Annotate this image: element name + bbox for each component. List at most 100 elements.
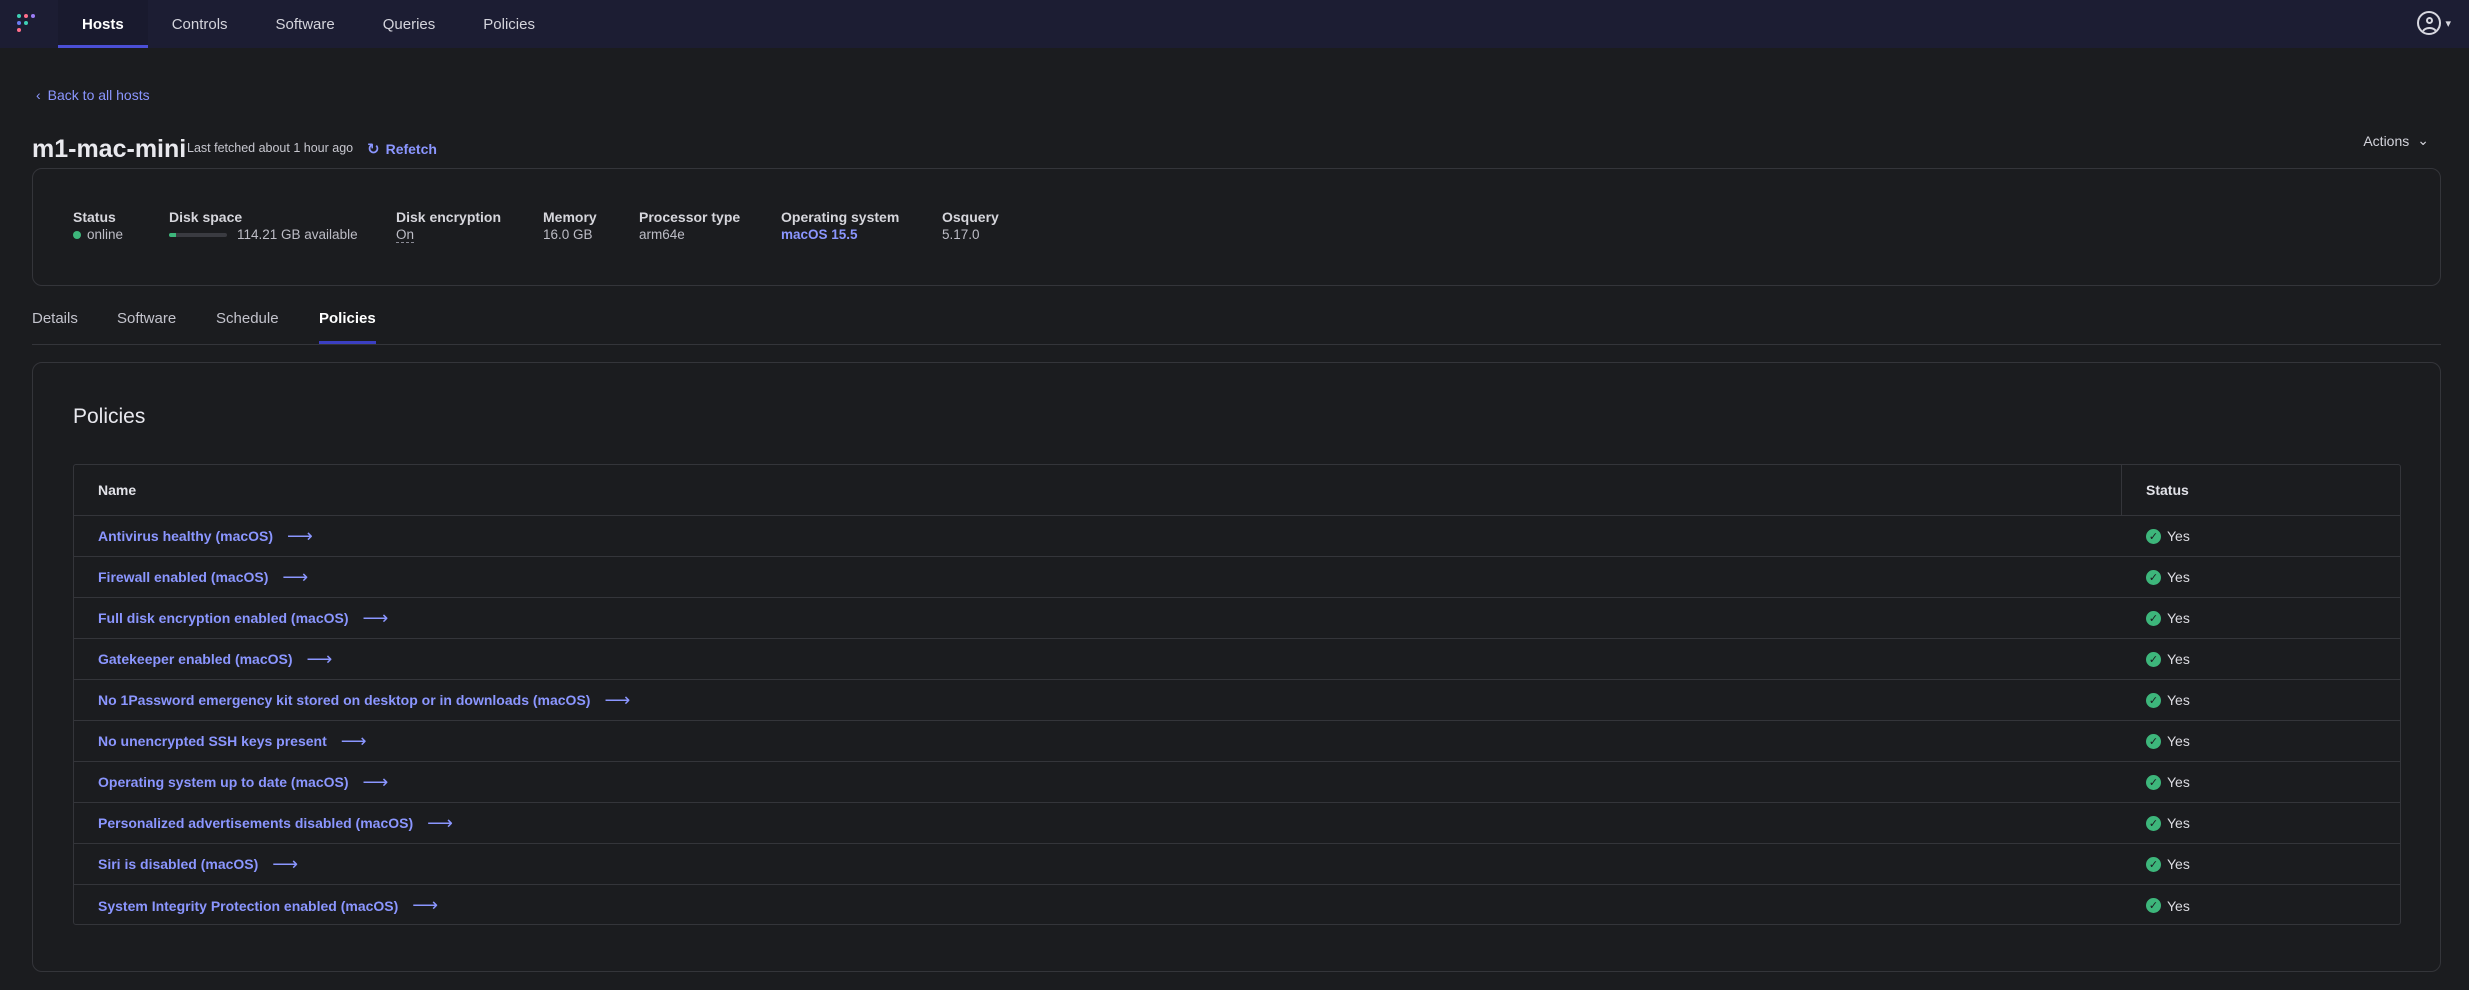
- disk-encryption-stat: Disk encryption On: [396, 209, 501, 243]
- policy-link[interactable]: Firewall enabled (macOS) ⟶: [98, 567, 308, 588]
- user-menu-button[interactable]: ▾: [2417, 11, 2451, 35]
- policy-status-cell: ✓ Yes: [2122, 721, 2400, 761]
- policy-name-cell: System Integrity Protection enabled (mac…: [74, 885, 2122, 926]
- osquery-label: Osquery: [942, 209, 999, 225]
- memory-stat: Memory 16.0 GB: [543, 209, 597, 242]
- tab-software[interactable]: Software: [117, 310, 176, 341]
- policy-status: Yes: [2167, 610, 2190, 626]
- policy-name-cell: No 1Password emergency kit stored on des…: [74, 680, 2122, 720]
- refetch-label: Refetch: [385, 141, 437, 157]
- policy-name: No unencrypted SSH keys present: [98, 733, 327, 749]
- policy-link[interactable]: Antivirus healthy (macOS) ⟶: [98, 526, 313, 547]
- chevron-left-icon: ‹: [36, 87, 41, 103]
- arrow-right-icon: ⟶: [362, 771, 389, 792]
- policy-status: Yes: [2167, 528, 2190, 544]
- table-row: Personalized advertisements disabled (ma…: [74, 803, 2400, 844]
- disk-space-stat: Disk space 114.21 GB available: [169, 209, 358, 242]
- osquery-stat: Osquery 5.17.0: [942, 209, 999, 242]
- memory-value: 16.0 GB: [543, 227, 593, 242]
- table-body: Antivirus healthy (macOS) ⟶ ✓ Yes Firewall e…: [74, 516, 2400, 926]
- os-stat: Operating system macOS 15.5: [781, 209, 899, 242]
- policies-card: Policies Name Status Antivirus healthy (…: [32, 362, 2441, 972]
- disk-encryption-label: Disk encryption: [396, 209, 502, 225]
- check-circle-icon: ✓: [2146, 610, 2161, 626]
- status-value: online: [87, 227, 124, 242]
- policy-link[interactable]: Personalized advertisements disabled (ma…: [98, 813, 453, 834]
- policy-name: Antivirus healthy (macOS): [98, 528, 274, 544]
- policy-name-cell: Gatekeeper enabled (macOS) ⟶: [74, 639, 2122, 679]
- policy-name-cell: Operating system up to date (macOS) ⟶: [74, 762, 2122, 802]
- policy-status: Yes: [2167, 856, 2190, 872]
- policy-name: Firewall enabled (macOS): [98, 569, 269, 585]
- table-row: Full disk encryption enabled (macOS) ⟶ ✓ Ye…: [74, 598, 2400, 639]
- policy-status-cell: ✓ Yes: [2122, 598, 2400, 638]
- policy-status-cell: ✓ Yes: [2122, 803, 2400, 843]
- table-row: System Integrity Protection enabled (mac…: [74, 885, 2400, 926]
- policy-link[interactable]: No 1Password emergency kit stored on des…: [98, 690, 630, 711]
- check-circle-icon: ✓: [2146, 569, 2161, 585]
- actions-label: Actions: [2363, 132, 2410, 149]
- nav-tab-controls[interactable]: Controls: [148, 0, 252, 48]
- processor-label: Processor type: [639, 209, 741, 225]
- status-stat: Status online: [73, 209, 123, 242]
- policy-name: Personalized advertisements disabled (ma…: [98, 815, 414, 831]
- chevron-down-icon: ▾: [2445, 17, 2451, 30]
- policy-name-cell: Siri is disabled (macOS) ⟶: [74, 844, 2122, 884]
- table-header: Name Status: [74, 465, 2400, 516]
- nav-tab-queries[interactable]: Queries: [359, 0, 460, 48]
- policy-link[interactable]: Gatekeeper enabled (macOS) ⟶: [98, 649, 332, 670]
- arrow-right-icon: ⟶: [412, 895, 439, 915]
- policy-status: Yes: [2167, 651, 2190, 667]
- policy-status-cell: ✓ Yes: [2122, 762, 2400, 802]
- host-subtabs: Details Software Schedule Policies: [32, 300, 2441, 345]
- column-header-name: Name: [74, 465, 2122, 515]
- host-name-title: m1-mac-mini: [32, 135, 187, 163]
- check-circle-icon: ✓: [2146, 898, 2161, 913]
- refetch-button[interactable]: ↻ Refetch: [367, 140, 437, 158]
- fleet-logo-icon[interactable]: [14, 0, 44, 48]
- table-row: Gatekeeper enabled (macOS) ⟶ ✓ Yes: [74, 639, 2400, 680]
- column-header-status: Status: [2146, 482, 2189, 498]
- policy-link[interactable]: No unencrypted SSH keys present ⟶: [98, 731, 367, 752]
- tab-details[interactable]: Details: [32, 310, 78, 341]
- nav-tab-policies[interactable]: Policies: [459, 0, 559, 48]
- disk-space-value: 114.21 GB available: [237, 227, 358, 242]
- policy-status-cell: ✓ Yes: [2122, 516, 2400, 556]
- policy-name-cell: Full disk encryption enabled (macOS) ⟶: [74, 598, 2122, 638]
- back-to-hosts-link[interactable]: ‹ Back to all hosts: [36, 87, 150, 103]
- os-version-link[interactable]: macOS 15.5: [781, 227, 858, 242]
- check-circle-icon: ✓: [2146, 528, 2161, 544]
- policy-status-cell: ✓ Yes: [2122, 639, 2400, 679]
- host-summary-card: Status online Disk space 114.21 GB avail…: [32, 168, 2441, 286]
- nav-tab-hosts[interactable]: Hosts: [58, 0, 148, 48]
- chevron-down-icon: ⌄: [2417, 132, 2429, 148]
- arrow-right-icon: ⟶: [306, 648, 333, 669]
- osquery-value: 5.17.0: [942, 227, 980, 242]
- os-label: Operating system: [781, 209, 900, 225]
- table-row: Operating system up to date (macOS) ⟶ ✓ Yes: [74, 762, 2400, 803]
- policy-link[interactable]: Full disk encryption enabled (macOS) ⟶: [98, 608, 388, 629]
- policy-name: System Integrity Protection enabled (mac…: [98, 897, 399, 914]
- disk-encryption-value[interactable]: On: [396, 227, 415, 243]
- policy-link[interactable]: Siri is disabled (macOS) ⟶: [98, 854, 298, 875]
- check-circle-icon: ✓: [2146, 774, 2161, 790]
- policy-link[interactable]: Operating system up to date (macOS) ⟶: [98, 772, 388, 793]
- check-circle-icon: ✓: [2146, 692, 2161, 708]
- policy-status: Yes: [2167, 733, 2190, 749]
- actions-dropdown[interactable]: Actions ⌄: [2363, 132, 2429, 149]
- check-circle-icon: ✓: [2146, 651, 2161, 667]
- nav-tab-software[interactable]: Software: [252, 0, 359, 48]
- policy-status-cell: ✓ Yes: [2122, 885, 2400, 926]
- processor-value: arm64e: [639, 227, 685, 242]
- last-fetched-text: Last fetched about 1 hour ago: [187, 141, 354, 155]
- policy-link[interactable]: System Integrity Protection enabled (mac…: [98, 895, 438, 916]
- disk-space-label: Disk space: [169, 209, 243, 225]
- table-row: Antivirus healthy (macOS) ⟶ ✓ Yes: [74, 516, 2400, 557]
- tab-schedule[interactable]: Schedule: [216, 310, 279, 341]
- policy-name: Operating system up to date (macOS): [98, 774, 349, 790]
- arrow-right-icon: ⟶: [272, 853, 299, 874]
- disk-space-bar: [169, 232, 227, 237]
- top-nav: Hosts Controls Software Queries Policies…: [0, 0, 2469, 48]
- policy-status: Yes: [2167, 774, 2190, 790]
- tab-policies[interactable]: Policies: [319, 310, 376, 344]
